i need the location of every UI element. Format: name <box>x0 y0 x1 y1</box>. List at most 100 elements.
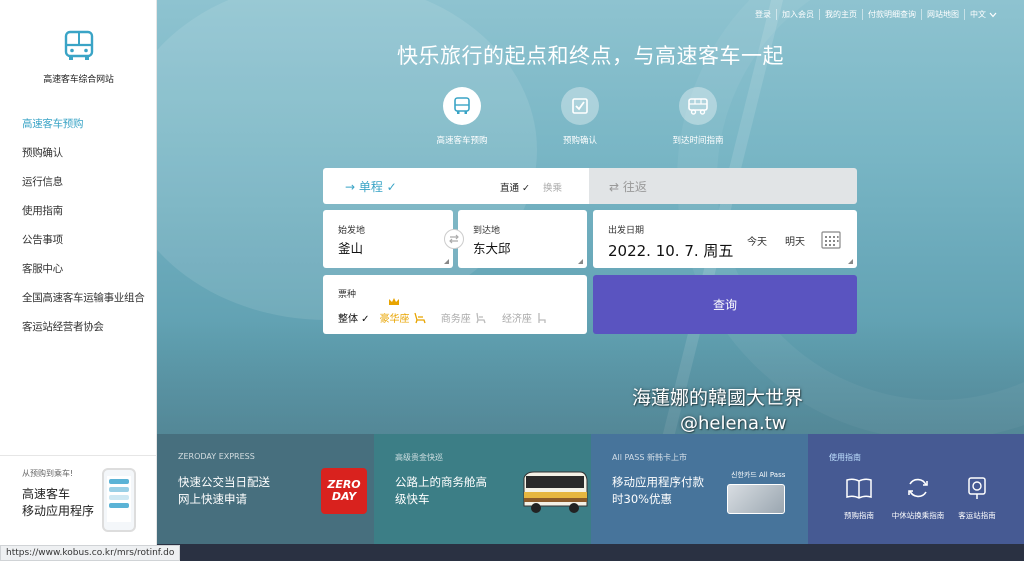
seat-business-label: 商务座 <box>440 314 471 325</box>
sidebar-item-union[interactable]: 全国高速客车运输事业组合 <box>22 290 145 319</box>
banner-zeroday-line2: 网上快速申请 <box>178 492 247 506</box>
banner-zeroday[interactable]: ZERODAY EXPRESS 快速公交当日配送 网上快速申请 ZERO DAY <box>157 434 374 544</box>
banner-allpass-text: 移动应用程序付款 时30%优惠 <box>612 474 704 508</box>
banner-premium-text: 公路上的商务舱高 级快车 <box>395 474 487 508</box>
date-label: 出发日期 <box>608 226 645 236</box>
my-page-link[interactable]: 我的主页 <box>820 9 863 20</box>
seat-luxury-label: 豪华座 <box>379 314 410 325</box>
site-logo[interactable]: 高速客车综合网站 <box>0 28 157 85</box>
swap-button[interactable] <box>444 229 464 249</box>
zeroday-logo-line2: DAY <box>331 490 357 503</box>
destination-field[interactable]: 到达地 东大邱 <box>458 210 587 268</box>
trip-type-tabs: → 单程 ✓ 直通 ✓ 换乘 ⇄ 往返 <box>323 168 857 204</box>
destination-value: 东大邱 <box>473 241 511 256</box>
sidebar-item-schedule[interactable]: 运行信息 <box>22 174 144 203</box>
sidebar-item-confirm[interactable]: 预购确认 <box>22 145 144 174</box>
bottom-banners: ZERODAY EXPRESS 快速公交当日配送 网上快速申请 ZERO DAY … <box>157 434 1024 544</box>
banner-zeroday-line1: 快速公交当日配送 <box>178 475 270 489</box>
seat-all-option[interactable]: 整体 ✓ <box>338 310 370 325</box>
login-link[interactable]: 登录 <box>750 9 777 20</box>
seat-economy-option[interactable]: 经济座 <box>502 310 549 325</box>
search-button[interactable]: 查询 <box>593 275 857 334</box>
banner-zeroday-text: 快速公交当日配送 网上快速申请 <box>178 474 270 508</box>
origin-field[interactable]: 始发地 釜山 <box>323 210 453 268</box>
banner-guide-tag: 使用指南 <box>829 453 861 462</box>
watermark-line2: @helena.tw <box>680 413 787 434</box>
language-select[interactable]: 中文 <box>965 9 1002 20</box>
tomorrow-button[interactable]: 明天 <box>785 233 805 248</box>
seat-icon <box>476 312 486 324</box>
seat-icon <box>538 313 546 323</box>
step-arrival-label: 到达时间指南 <box>672 136 724 146</box>
destination-label: 到达地 <box>473 226 501 236</box>
guide-reservation[interactable]: 预购指南 <box>838 476 880 521</box>
step-arrival[interactable]: 到达时间指南 <box>666 87 730 146</box>
guide-terminal[interactable]: 客运站指南 <box>956 476 998 521</box>
tab-roundtrip[interactable]: ⇄ 往返 <box>589 168 857 204</box>
date-field[interactable]: 出发日期 2022. 10. 7. 周五 今天 明天 <box>593 210 857 268</box>
zeroday-logo: ZERO DAY <box>321 468 367 514</box>
origin-label: 始发地 <box>338 226 366 236</box>
hero-headline: 快乐旅行的起点和终点，与高速客车一起 <box>397 44 784 68</box>
seat-economy-label: 经济座 <box>501 314 532 325</box>
payment-history-link[interactable]: 付款明细查询 <box>863 9 922 20</box>
bus-logo-icon <box>64 30 93 60</box>
seat-options: 整体 ✓ 豪华座 商务座 经济座 <box>338 298 563 325</box>
tab-oneway[interactable]: → 单程 ✓ 直通 ✓ 换乘 <box>323 168 589 204</box>
card-image <box>727 484 785 514</box>
direct-option[interactable]: 直通 ✓ <box>500 180 530 194</box>
signup-link[interactable]: 加入会员 <box>777 9 820 20</box>
sidebar-item-guide[interactable]: 使用指南 <box>22 203 144 232</box>
oneway-label: → 单程 ✓ <box>345 180 397 194</box>
seat-business-option[interactable]: 商务座 <box>441 310 488 325</box>
bus-image <box>523 471 588 513</box>
language-label: 中文 <box>970 10 986 19</box>
banner-allpass[interactable]: All PASS 新韩卡上市 移动应用程序付款 时30%优惠 신한카드 All … <box>591 434 808 544</box>
sitemap-link[interactable]: 网站地图 <box>922 9 965 20</box>
top-nav: 登录 加入会员 我的主页 付款明细查询 网站地图 中文 <box>750 9 1002 20</box>
banner-allpass-line2: 时30%优惠 <box>612 492 673 506</box>
banner-allpass-line1: 移动应用程序付款 <box>612 475 704 489</box>
sidebar-item-support[interactable]: 客服中心 <box>22 261 144 290</box>
sidebar-item-reservation[interactable]: 高速客车预购 <box>22 116 144 145</box>
status-url: https://www.kobus.co.kr/mrs/rotinf.do <box>0 545 181 561</box>
sidebar-item-notices[interactable]: 公告事项 <box>22 232 144 261</box>
guide-transfer[interactable]: 中休站换乘指南 <box>892 476 944 521</box>
date-value: 2022. 10. 7. 周五 <box>608 242 734 260</box>
sidebar-nav: 高速客车预购 预购确认 运行信息 使用指南 公告事项 客服中心 全国高速客车运输… <box>22 116 145 348</box>
promo-title: 高速客车 移动应用程序 <box>22 486 94 520</box>
today-button[interactable]: 今天 <box>747 233 767 248</box>
swap-arrows-icon <box>449 234 459 244</box>
book-icon <box>846 478 872 499</box>
origin-value: 釜山 <box>338 241 364 256</box>
sidebar-item-association[interactable]: 客运站经营者协会 <box>22 319 144 348</box>
banner-zeroday-tag: ZERODAY EXPRESS <box>178 452 255 461</box>
step-confirm[interactable]: 预购确认 <box>548 87 612 146</box>
seat-icon <box>414 312 426 324</box>
step-icons: 高速客车预购 预购确认 到达时间指南 <box>430 87 730 146</box>
card-label: 신한카드 All Pass <box>731 471 786 479</box>
watermark: 海蓮娜的韓國大世界 @helena.tw <box>632 386 803 436</box>
calendar-icon[interactable] <box>821 230 841 249</box>
ticket-type-label: 票种 <box>338 290 357 300</box>
terminal-icon <box>968 477 986 499</box>
sidebar: 高速客车综合网站 高速客车预购 预购确认 运行信息 使用指南 公告事项 客服中心… <box>0 0 157 561</box>
step-reservation-label: 高速客车预购 <box>436 136 488 146</box>
transfer-option[interactable]: 换乘 <box>543 180 562 194</box>
promo-title-line1: 高速客车 <box>22 487 71 501</box>
promo-subtitle: 从预购到乘车! <box>22 469 74 478</box>
crown-icon <box>388 298 399 305</box>
bus-icon <box>454 97 470 114</box>
app-promo[interactable]: 从预购到乘车! 高速客车 移动应用程序 <box>0 455 157 545</box>
watermark-line1: 海蓮娜的韓國大世界 <box>632 387 804 409</box>
banner-premium[interactable]: 高级贵金快巡 公路上的商务舱高 级快车 <box>374 434 591 544</box>
seat-luxury-option[interactable]: 豪华座 <box>379 298 427 325</box>
step-reservation[interactable]: 高速客车预购 <box>430 87 494 146</box>
guide-transfer-label: 中休站换乘指南 <box>891 511 945 520</box>
logo-text: 高速客车综合网站 <box>43 75 114 85</box>
step-confirm-label: 预购确认 <box>562 136 597 146</box>
guide-terminal-label: 客运站指南 <box>958 511 996 520</box>
banner-premium-tag: 高级贵金快巡 <box>395 453 443 462</box>
promo-title-line2: 移动应用程序 <box>22 504 95 518</box>
banner-premium-line2: 级快车 <box>395 492 430 506</box>
